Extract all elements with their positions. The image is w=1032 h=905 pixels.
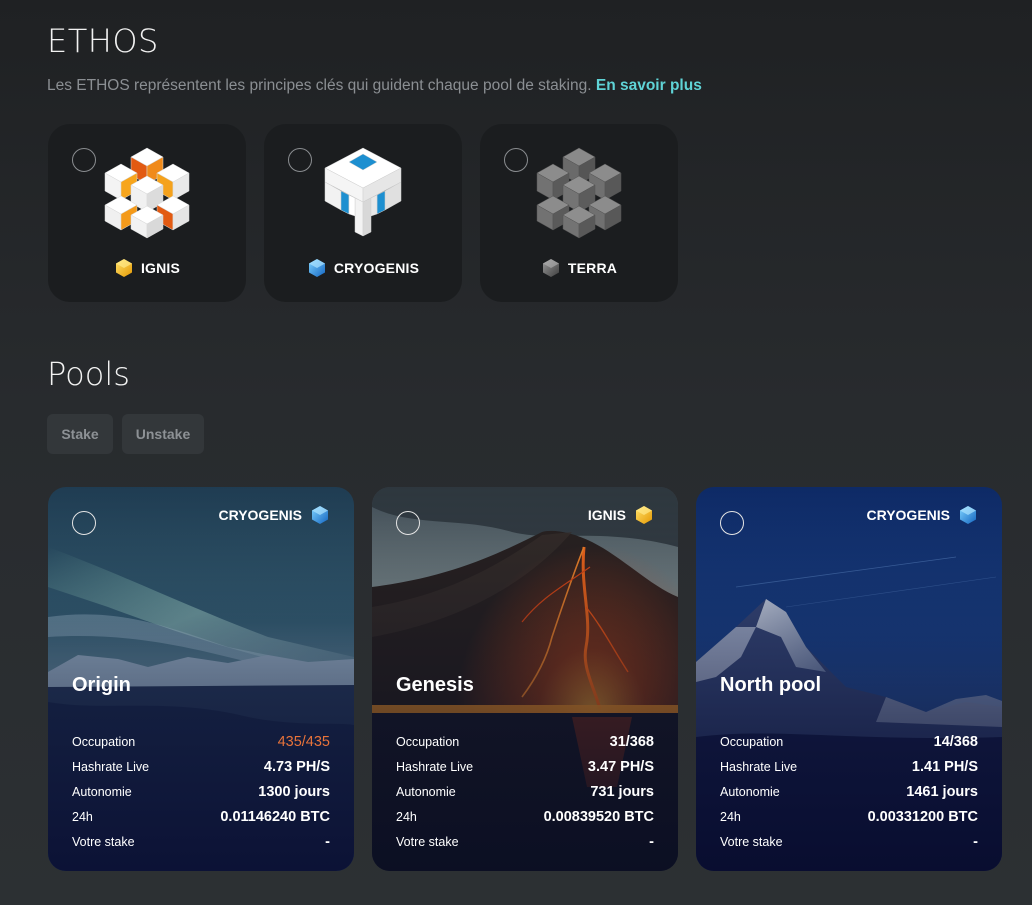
pool-radio-origin[interactable] — [72, 511, 96, 535]
stat-row-stake: Votre stake - — [396, 834, 654, 859]
ethos-radio-cryogenis[interactable] — [288, 148, 312, 172]
ethos-radio-terra[interactable] — [504, 148, 528, 172]
ignis-gem-icon — [115, 259, 132, 277]
stat-value-24h: 0.00839520 BTC — [543, 809, 654, 825]
stat-label: Votre stake — [396, 835, 459, 849]
stat-value-hashrate: 4.73 PH/S — [263, 759, 330, 775]
stat-value-24h: 0.01146240 BTC — [220, 809, 330, 825]
terra-cube-art — [536, 147, 622, 239]
ethos-card-terra[interactable]: TERRA — [480, 124, 678, 302]
cryogenis-gem-icon — [312, 506, 328, 524]
stat-value-hashrate: 3.47 PH/S — [587, 759, 654, 775]
terra-gem-icon — [542, 259, 559, 277]
stat-value-autonomy: 731 jours — [590, 784, 654, 800]
cryogenis-cube-art — [324, 147, 402, 237]
stat-row-stake: Votre stake - — [72, 834, 330, 859]
stake-tab-button[interactable]: Stake — [47, 414, 113, 454]
stat-label: Hashrate Live — [720, 760, 798, 774]
stat-label: Occupation — [72, 735, 136, 749]
ethos-radio-ignis[interactable] — [72, 148, 96, 172]
stat-label: 24h — [72, 810, 93, 824]
unstake-tab-button[interactable]: Unstake — [122, 414, 204, 454]
pool-card-origin[interactable]: CRYOGENIS Origin Occupation 435/435 Hash… — [48, 487, 354, 871]
stat-label: Votre stake — [720, 835, 783, 849]
cryogenis-gem-icon — [308, 259, 325, 277]
stat-row-hashrate: Hashrate Live 1.41 PH/S — [720, 759, 978, 784]
pool-radio-genesis[interactable] — [396, 511, 420, 535]
ignis-cube-art — [104, 147, 190, 239]
pools-title: Pools — [47, 355, 130, 393]
stat-row-occupation: Occupation 14/368 — [720, 734, 978, 759]
pool-card-north-pool[interactable]: CRYOGENIS North pool Occupation 14/368 H… — [696, 487, 1002, 871]
ethos-label-text: IGNIS — [140, 260, 181, 276]
pool-ethos-label: CRYOGENIS — [866, 507, 951, 523]
stat-value-autonomy: 1461 jours — [906, 784, 978, 800]
cryogenis-gem-icon — [960, 506, 976, 524]
pool-name: Genesis — [396, 674, 474, 696]
pool-stats: Occupation 14/368 Hashrate Live 1.41 PH/… — [720, 734, 978, 859]
stat-value-occupation: 435/435 — [277, 734, 330, 750]
ethos-label-terra: TERRA — [480, 258, 678, 278]
stat-value-hashrate: 1.41 PH/S — [911, 759, 978, 775]
stat-row-24h: 24h 0.01146240 BTC — [72, 809, 330, 834]
stat-label: Hashrate Live — [396, 760, 474, 774]
ethos-subtitle: Les ETHOS représentent les principes clé… — [47, 77, 702, 95]
stat-value-24h: 0.00331200 BTC — [867, 809, 978, 825]
stat-value-occupation: 14/368 — [933, 734, 978, 750]
pool-ethos-badge: CRYOGENIS — [867, 505, 979, 525]
stat-label: Occupation — [396, 735, 460, 749]
stat-row-autonomy: Autonomie 1461 jours — [720, 784, 978, 809]
pool-stats: Occupation 435/435 Hashrate Live 4.73 PH… — [72, 734, 330, 859]
pool-ethos-label: CRYOGENIS — [218, 507, 303, 523]
stat-row-occupation: Occupation 31/368 — [396, 734, 654, 759]
ethos-label-ignis: IGNIS — [48, 258, 246, 278]
stat-label: 24h — [720, 810, 741, 824]
stat-row-hashrate: Hashrate Live 3.47 PH/S — [396, 759, 654, 784]
pool-stats: Occupation 31/368 Hashrate Live 3.47 PH/… — [396, 734, 654, 859]
pool-card-genesis[interactable]: IGNIS Genesis Occupation 31/368 Hashrate… — [372, 487, 678, 871]
ignis-gem-icon — [636, 506, 652, 524]
stat-label: Autonomie — [72, 785, 132, 799]
pool-name: Origin — [72, 674, 131, 696]
stat-row-hashrate: Hashrate Live 4.73 PH/S — [72, 759, 330, 784]
stat-row-autonomy: Autonomie 731 jours — [396, 784, 654, 809]
stat-row-occupation: Occupation 435/435 — [72, 734, 330, 759]
stat-value-stake: - — [649, 834, 654, 850]
stat-label: Hashrate Live — [72, 760, 150, 774]
pool-radio-north-pool[interactable] — [720, 511, 744, 535]
stat-row-24h: 24h 0.00331200 BTC — [720, 809, 978, 834]
stat-label: Autonomie — [720, 785, 780, 799]
stat-value-occupation: 31/368 — [609, 734, 654, 750]
stat-label: Votre stake — [72, 835, 135, 849]
stat-row-24h: 24h 0.00839520 BTC — [396, 809, 654, 834]
pool-ethos-badge: CRYOGENIS — [219, 505, 331, 525]
ethos-card-cryogenis[interactable]: CRYOGENIS — [264, 124, 462, 302]
ethos-label-text: TERRA — [567, 260, 618, 276]
stat-row-stake: Votre stake - — [720, 834, 978, 859]
stat-row-autonomy: Autonomie 1300 jours — [72, 784, 330, 809]
ethos-title: ETHOS — [47, 22, 159, 60]
ethos-subtitle-text: Les ETHOS représentent les principes clé… — [47, 77, 592, 94]
stat-value-autonomy: 1300 jours — [258, 784, 330, 800]
learn-more-link[interactable]: En savoir plus — [596, 77, 702, 94]
ethos-card-ignis[interactable]: IGNIS — [48, 124, 246, 302]
pool-ethos-label: IGNIS — [587, 507, 626, 523]
pool-name: North pool — [720, 674, 822, 696]
stat-label: Occupation — [720, 735, 784, 749]
stat-value-stake: - — [973, 834, 978, 850]
pool-ethos-badge: IGNIS — [588, 505, 654, 525]
stat-label: Autonomie — [396, 785, 456, 799]
ethos-label-text: CRYOGENIS — [333, 260, 420, 276]
stat-value-stake: - — [325, 834, 330, 850]
ethos-label-cryogenis: CRYOGENIS — [264, 258, 462, 278]
stat-label: 24h — [396, 810, 417, 824]
